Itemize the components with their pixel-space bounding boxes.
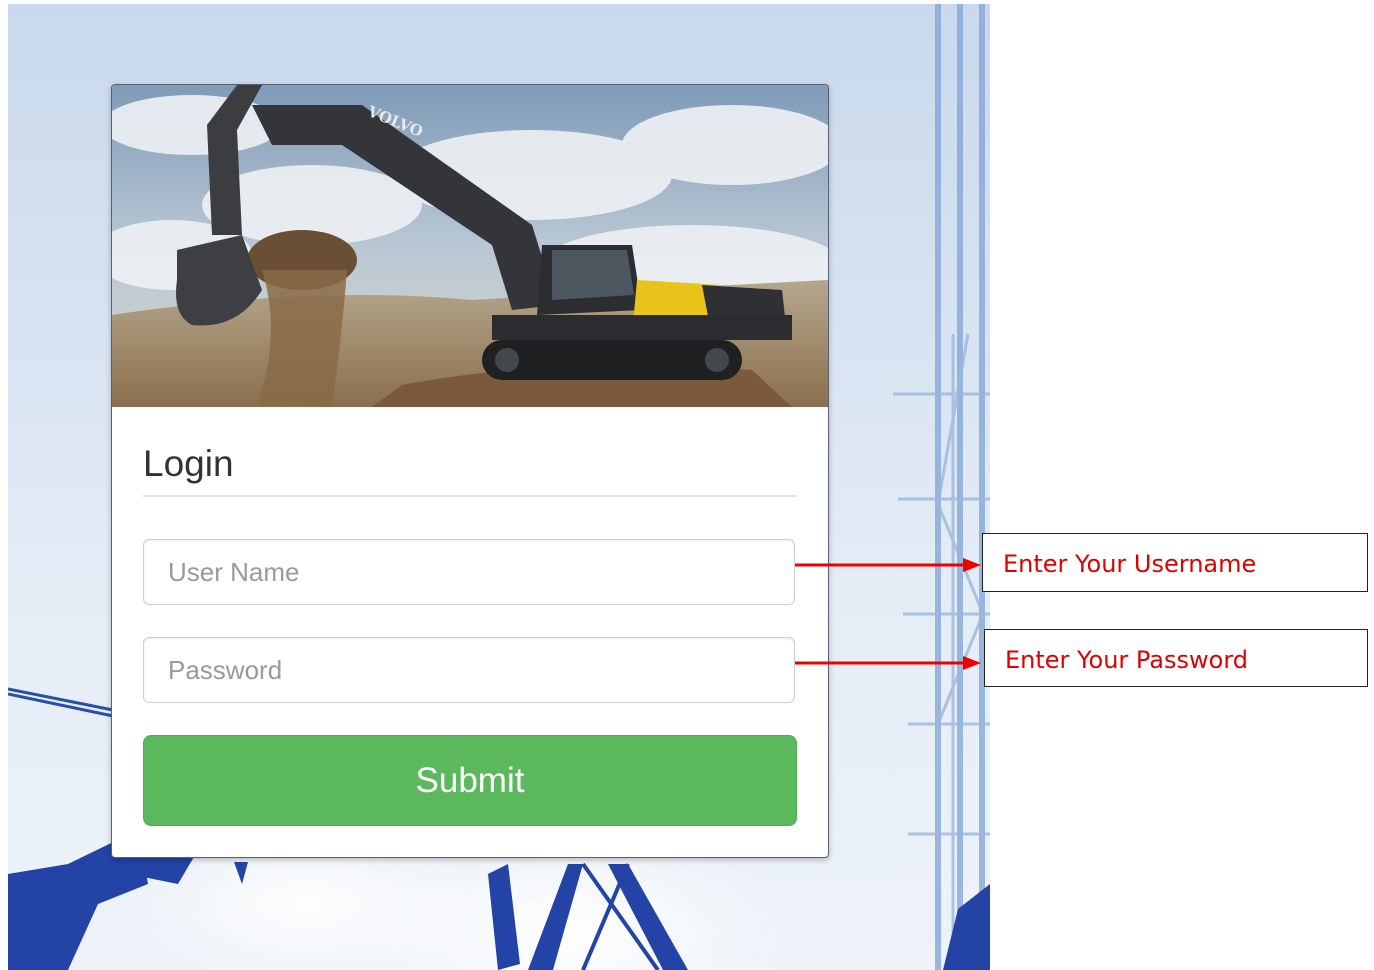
password-callout: Enter Your Password	[984, 629, 1368, 687]
excavator-hero-image: VOLVO	[112, 85, 828, 407]
arrow-to-username-note	[795, 558, 981, 572]
arrow-to-password-note	[795, 656, 981, 670]
username-callout: Enter Your Username	[982, 533, 1368, 592]
password-input[interactable]	[143, 637, 795, 703]
username-input[interactable]	[143, 539, 795, 605]
login-card: VOLVO Login Submit	[111, 84, 829, 858]
submit-button[interactable]: Submit	[143, 735, 797, 826]
title-divider	[143, 495, 797, 497]
login-title: Login	[143, 443, 234, 484]
